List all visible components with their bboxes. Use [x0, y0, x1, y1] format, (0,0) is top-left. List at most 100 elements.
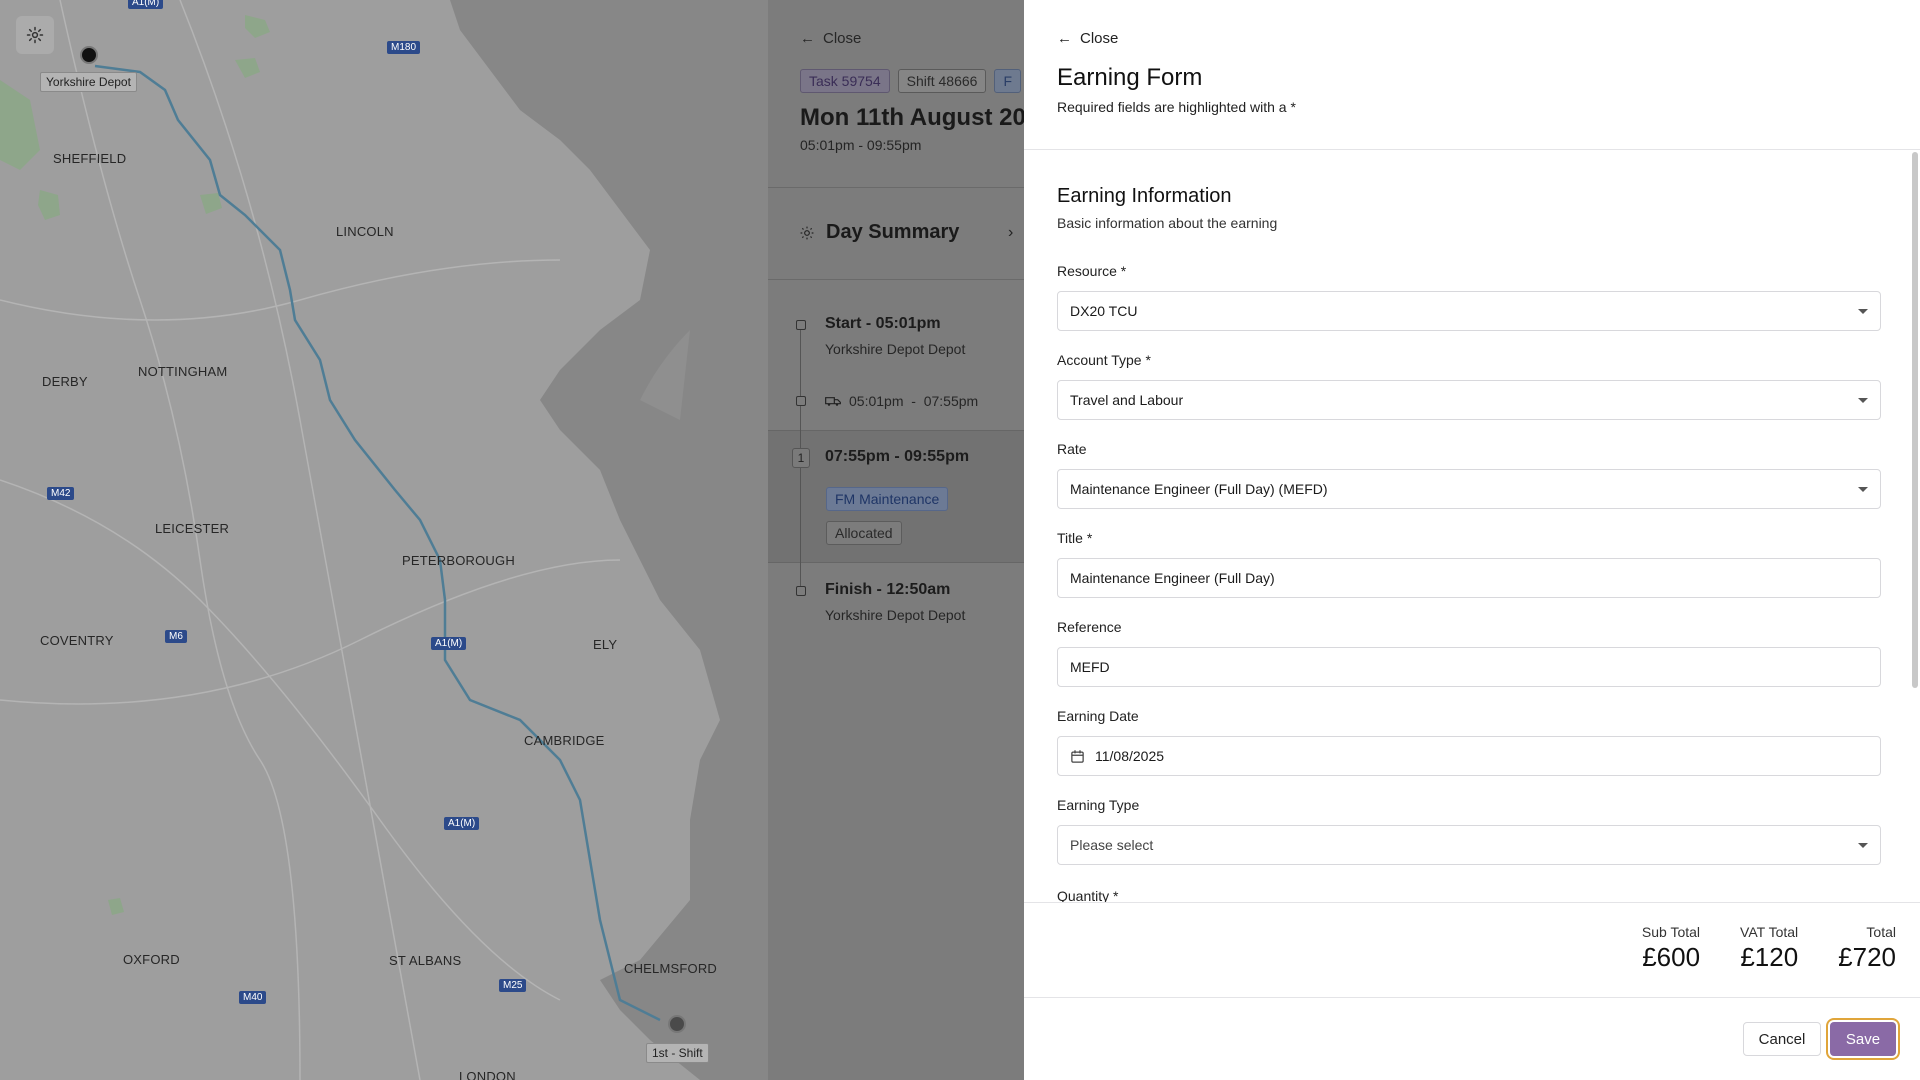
form-scroll-area[interactable]: Earning Information Basic information ab…	[1024, 150, 1920, 902]
caret-down-icon	[1858, 397, 1868, 403]
task-date: Mon 11th August 202	[800, 104, 1024, 131]
depot-marker[interactable]	[80, 46, 98, 64]
map-label: ST ALBANS	[389, 953, 462, 968]
task-panel: ← Close Task 59754 Shift 48666 F Mon 11t…	[768, 0, 1024, 1080]
map-label: PETERBOROUGH	[402, 553, 515, 568]
extra-chip[interactable]: F	[994, 69, 1022, 93]
title-label: Title *	[1057, 530, 1093, 546]
earning-date-input[interactable]: 11/08/2025	[1057, 736, 1881, 776]
rate-label: Rate	[1057, 441, 1087, 457]
day-summary-toggle[interactable]: Day Summary	[800, 221, 959, 244]
shift-chip[interactable]: Shift 48666	[897, 69, 987, 93]
depot-label: Yorkshire Depot	[40, 72, 137, 92]
arrow-left-icon: ←	[800, 30, 815, 47]
title-input[interactable]	[1057, 558, 1881, 598]
totals: Sub Total £600 VAT Total £120 Total £720	[1642, 924, 1896, 973]
vat-total-label: VAT Total	[1740, 924, 1799, 940]
cancel-button[interactable]: Cancel	[1743, 1022, 1821, 1056]
divider	[768, 187, 1024, 188]
travel-time: 05:01pm - 07:55pm	[849, 393, 979, 409]
reference-input[interactable]	[1057, 647, 1881, 687]
timeline-node	[796, 586, 806, 596]
close-label: Close	[1080, 30, 1119, 47]
account-type-select[interactable]: Travel and Labour	[1057, 380, 1881, 420]
map-label: LONDON	[459, 1069, 516, 1080]
earning-date-label: Earning Date	[1057, 708, 1139, 724]
sub-total: Sub Total £600	[1642, 924, 1700, 973]
divider	[768, 279, 1024, 280]
resource-label: Resource *	[1057, 263, 1127, 279]
job-status-tag: Allocated	[826, 521, 902, 545]
timeline-travel: 05:01pm - 07:55pm	[825, 393, 978, 409]
timeline-job-time: 07:55pm - 09:55pm	[825, 448, 970, 465]
total-value: £720	[1838, 942, 1896, 972]
quantity-label: Quantity *	[1057, 888, 1119, 902]
earning-type-select[interactable]: Please select	[1057, 825, 1881, 865]
day-summary-label: Day Summary	[826, 221, 960, 243]
road-badge: M42	[47, 487, 75, 500]
rate-value: Maintenance Engineer (Full Day) (MEFD)	[1070, 481, 1328, 497]
chevron-right-icon[interactable]: ›	[1008, 224, 1013, 242]
form-subtitle: Required fields are highlighted with a *	[1057, 99, 1296, 115]
map-label: CAMBRIDGE	[524, 733, 605, 748]
total-label: Total	[1866, 924, 1896, 940]
map-label: COVENTRY	[40, 633, 114, 648]
shift-marker[interactable]	[668, 1015, 686, 1033]
caret-down-icon	[1858, 842, 1868, 848]
sub-total-label: Sub Total	[1641, 924, 1701, 940]
road-badge: M6	[165, 630, 187, 643]
sub-total-value: £600	[1642, 942, 1701, 972]
map-settings-button[interactable]	[16, 16, 54, 54]
section-title: Earning Information	[1057, 185, 1232, 207]
map-label: DERBY	[42, 374, 88, 389]
gear-icon	[26, 26, 44, 44]
map-label: CHELMSFORD	[624, 961, 718, 976]
reference-label: Reference	[1057, 619, 1122, 635]
section-subtitle: Basic information about the earning	[1057, 215, 1278, 231]
calendar-icon	[1070, 749, 1085, 764]
task-time: 05:01pm - 09:55pm	[800, 137, 922, 153]
road-badge: A1(M)	[444, 817, 480, 830]
earning-date-value: 11/08/2025	[1095, 748, 1165, 764]
timeline-node	[796, 320, 806, 330]
road-badge: A1(M)	[128, 0, 164, 9]
sun-icon	[800, 226, 814, 239]
timeline-finish-location: Yorkshire Depot Depot	[825, 607, 966, 623]
earning-type-placeholder: Please select	[1070, 837, 1154, 853]
van-icon	[825, 397, 841, 406]
task-close-button[interactable]: ← Close	[800, 30, 861, 47]
resource-select[interactable]: DX20 TCU	[1057, 291, 1881, 331]
road-badge: M40	[239, 991, 267, 1004]
vat-total: VAT Total £120	[1740, 924, 1798, 973]
timeline-start-title: Start - 05:01pm	[825, 315, 941, 332]
job-number: 1	[792, 448, 810, 468]
task-chip[interactable]: Task 59754	[800, 69, 890, 93]
account-type-value: Travel and Labour	[1070, 392, 1184, 408]
road-badge: A1(M)	[431, 637, 467, 650]
divider	[1024, 997, 1920, 998]
caret-down-icon	[1858, 486, 1868, 492]
map-label: LINCOLN	[336, 224, 394, 239]
save-button[interactable]: Save	[1830, 1022, 1896, 1056]
map-label: ELY	[593, 637, 618, 652]
form-scrollbar[interactable]	[1912, 152, 1918, 688]
earning-form-panel: ← Close Earning Form Required fields are…	[1024, 0, 1920, 1080]
timeline-finish-title: Finish - 12:50am	[825, 581, 951, 598]
form-title: Earning Form	[1057, 64, 1203, 91]
timeline-node	[796, 396, 806, 406]
account-type-label: Account Type *	[1057, 352, 1151, 368]
form-close-button[interactable]: ← Close	[1057, 30, 1118, 47]
job-type-tag: FM Maintenance	[826, 487, 949, 511]
task-chips: Task 59754 Shift 48666 F	[800, 69, 1022, 93]
vat-total-value: £120	[1740, 942, 1799, 972]
map[interactable]: Yorkshire Depot 1st - Shift SHEFFIELD LI…	[0, 0, 768, 1080]
shift-label: 1st - Shift	[646, 1043, 709, 1063]
rate-select[interactable]: Maintenance Engineer (Full Day) (MEFD)	[1057, 469, 1881, 509]
caret-down-icon	[1858, 308, 1868, 314]
grand-total: Total £720	[1838, 924, 1896, 973]
timeline-start-location: Yorkshire Depot Depot	[825, 341, 966, 357]
map-label: LEICESTER	[155, 521, 230, 536]
earning-type-label: Earning Type	[1057, 797, 1140, 813]
map-label: SHEFFIELD	[53, 151, 127, 166]
close-label: Close	[823, 30, 862, 47]
